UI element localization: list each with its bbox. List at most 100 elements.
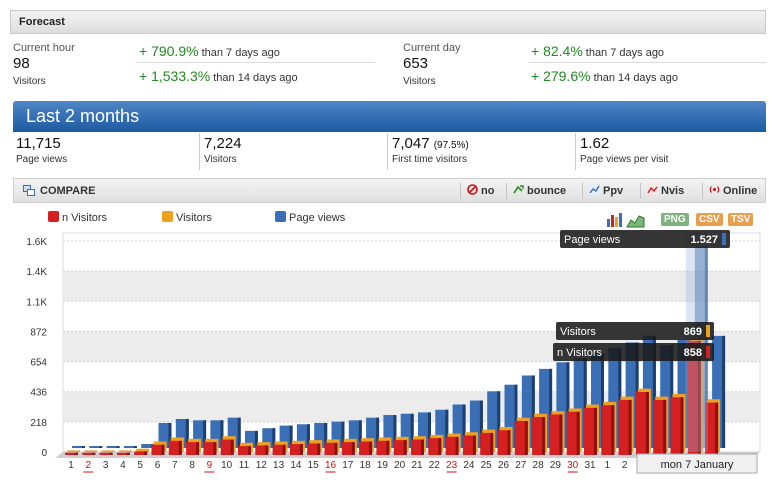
tooltip-page-views-value: 1.527	[690, 234, 718, 246]
new-visitors-bar-side	[403, 440, 407, 455]
current-day-change-14d: + 279.6% than 14 days ago	[531, 68, 678, 84]
x-tick-label: 13	[273, 460, 285, 471]
visitors-bar[interactable]	[101, 450, 115, 452]
new-visitors-bar-side	[628, 399, 632, 455]
legend-visitors[interactable]: Visitors	[162, 211, 212, 224]
new-visitors-bar-side	[178, 440, 182, 455]
new-visitors-bar-side	[576, 411, 580, 455]
change-pct: + 1,533.3%	[139, 68, 211, 84]
tooltip-page-views-label: Page views	[564, 234, 621, 246]
y-tick-label: 1.4K	[26, 267, 47, 278]
new-visitors-bar-side	[421, 439, 424, 455]
x-tick-label: 2	[86, 460, 92, 471]
new-visitors-bar-side	[715, 402, 719, 455]
new-visitors-bar-side	[542, 417, 546, 455]
grid-band	[63, 271, 760, 302]
forecast-header: Forecast	[10, 10, 766, 34]
x-tick-label: 27	[515, 460, 527, 471]
x-tick-label: 22	[429, 460, 441, 471]
y-tick-label: 1.1K	[26, 297, 47, 308]
x-tick-label: 19	[377, 460, 389, 471]
divider	[506, 183, 507, 199]
no-entry-icon	[467, 184, 478, 195]
y-tick-label: 654	[30, 358, 47, 369]
stat-percent: (97.5%)	[433, 140, 469, 151]
visitors-bar[interactable]	[67, 450, 80, 452]
current-hour-value: 98	[13, 55, 30, 72]
visitors-bar[interactable]	[84, 450, 98, 452]
x-tick-label: 25	[481, 460, 493, 471]
stat-label: Page views per visit	[580, 154, 669, 165]
period-header: Last 2 months	[13, 101, 766, 132]
hover-date-label: mon 7 January	[661, 459, 734, 471]
export-png-button[interactable]: PNG	[661, 213, 689, 226]
change-note: than 14 days ago	[213, 72, 298, 84]
new-visitors-bar-side	[161, 444, 165, 455]
x-tick-label: 10	[221, 460, 233, 471]
stat-visitors: 7,224 Visitors	[201, 133, 388, 170]
x-tick-label: 7	[172, 460, 178, 471]
chart-type-icons[interactable]	[606, 211, 646, 228]
new-visitors-bar-side	[230, 439, 234, 455]
change-note: than 7 days ago	[585, 47, 665, 59]
legend-page-views[interactable]: Page views	[275, 211, 345, 224]
area-chart-icon[interactable]	[626, 215, 645, 228]
compare-option-no[interactable]: no	[467, 184, 494, 197]
nvis-chart-icon	[647, 184, 658, 195]
x-tick-label: 28	[533, 460, 545, 471]
new-visitors-bar-side	[386, 440, 390, 455]
new-visitors-bar-side	[507, 430, 511, 455]
tooltip-new-visitors-label: n Visitors	[557, 347, 603, 359]
change-pct: + 279.6%	[531, 68, 591, 84]
change-pct: + 790.9%	[139, 43, 199, 59]
page-views-bar-side	[133, 446, 137, 448]
new-visitors-bar-side	[645, 392, 649, 455]
export-csv-button[interactable]: CSV	[696, 213, 723, 226]
legend-swatch	[48, 211, 59, 222]
current-day-change-7d: + 82.4% than 7 days ago	[531, 43, 664, 59]
legend-swatch	[275, 211, 286, 222]
x-tick-label: 15	[308, 460, 320, 471]
compare-option-online[interactable]: Online	[709, 184, 757, 197]
new-visitors-bar-side	[351, 442, 355, 455]
tooltip-visitors-value: 869	[684, 326, 702, 338]
tooltip-visitors-label: Visitors	[560, 326, 596, 338]
new-visitors-bar-side	[92, 452, 96, 455]
export-tsv-button[interactable]: TSV	[728, 213, 754, 226]
new-visitors-bar-side	[438, 438, 442, 455]
visitors-bar[interactable]	[118, 450, 132, 452]
x-tick-label: 24	[463, 460, 475, 471]
x-tick-label: 29	[550, 460, 562, 471]
page-views-bar-side	[722, 335, 726, 448]
new-visitors-bar-side	[317, 443, 321, 455]
x-tick-label: 11	[239, 460, 250, 471]
visits-bar-chart: 02184366548721.1K1.4K1.6K1 2 3 4 5 6 7 8 9 10 11 12…	[26, 230, 761, 474]
new-visitors-bar-side	[611, 405, 615, 455]
hover-highlight	[685, 233, 708, 452]
x-tick-label: 16	[325, 460, 337, 471]
compare-option-bounce[interactable]: bounce	[513, 184, 566, 197]
new-visitors-bar-side	[196, 442, 200, 455]
tooltip-visitors-marker	[706, 325, 710, 337]
x-tick-label: 12	[256, 460, 268, 471]
period-title: Last 2 months	[26, 106, 140, 126]
tooltip-new-visitors-marker	[706, 346, 710, 358]
forecast-title: Forecast	[19, 16, 65, 28]
page-views-bar-side	[116, 446, 120, 448]
new-visitors-bar-side	[213, 442, 217, 455]
legend-new-visitors[interactable]: n Visitors	[48, 211, 107, 224]
y-tick-label: 218	[30, 418, 47, 429]
new-visitors-bar-side	[369, 441, 373, 455]
bar-chart-icon[interactable]	[607, 213, 622, 227]
compare-option-ppv[interactable]: Ppv	[589, 184, 623, 197]
compare-icon	[23, 185, 35, 196]
new-visitors-bar-side	[524, 421, 528, 455]
online-broadcast-icon	[709, 186, 720, 193]
x-tick-label: 26	[498, 460, 510, 471]
tooltip-new-visitors-value: 858	[684, 347, 702, 359]
y-tick-label: 1.6K	[26, 237, 47, 248]
compare-option-nvis[interactable]: Nvis	[647, 184, 684, 197]
x-tick-label: 14	[290, 460, 302, 471]
new-visitors-bar-side	[282, 444, 286, 455]
new-visitors-bar-side	[680, 397, 684, 455]
